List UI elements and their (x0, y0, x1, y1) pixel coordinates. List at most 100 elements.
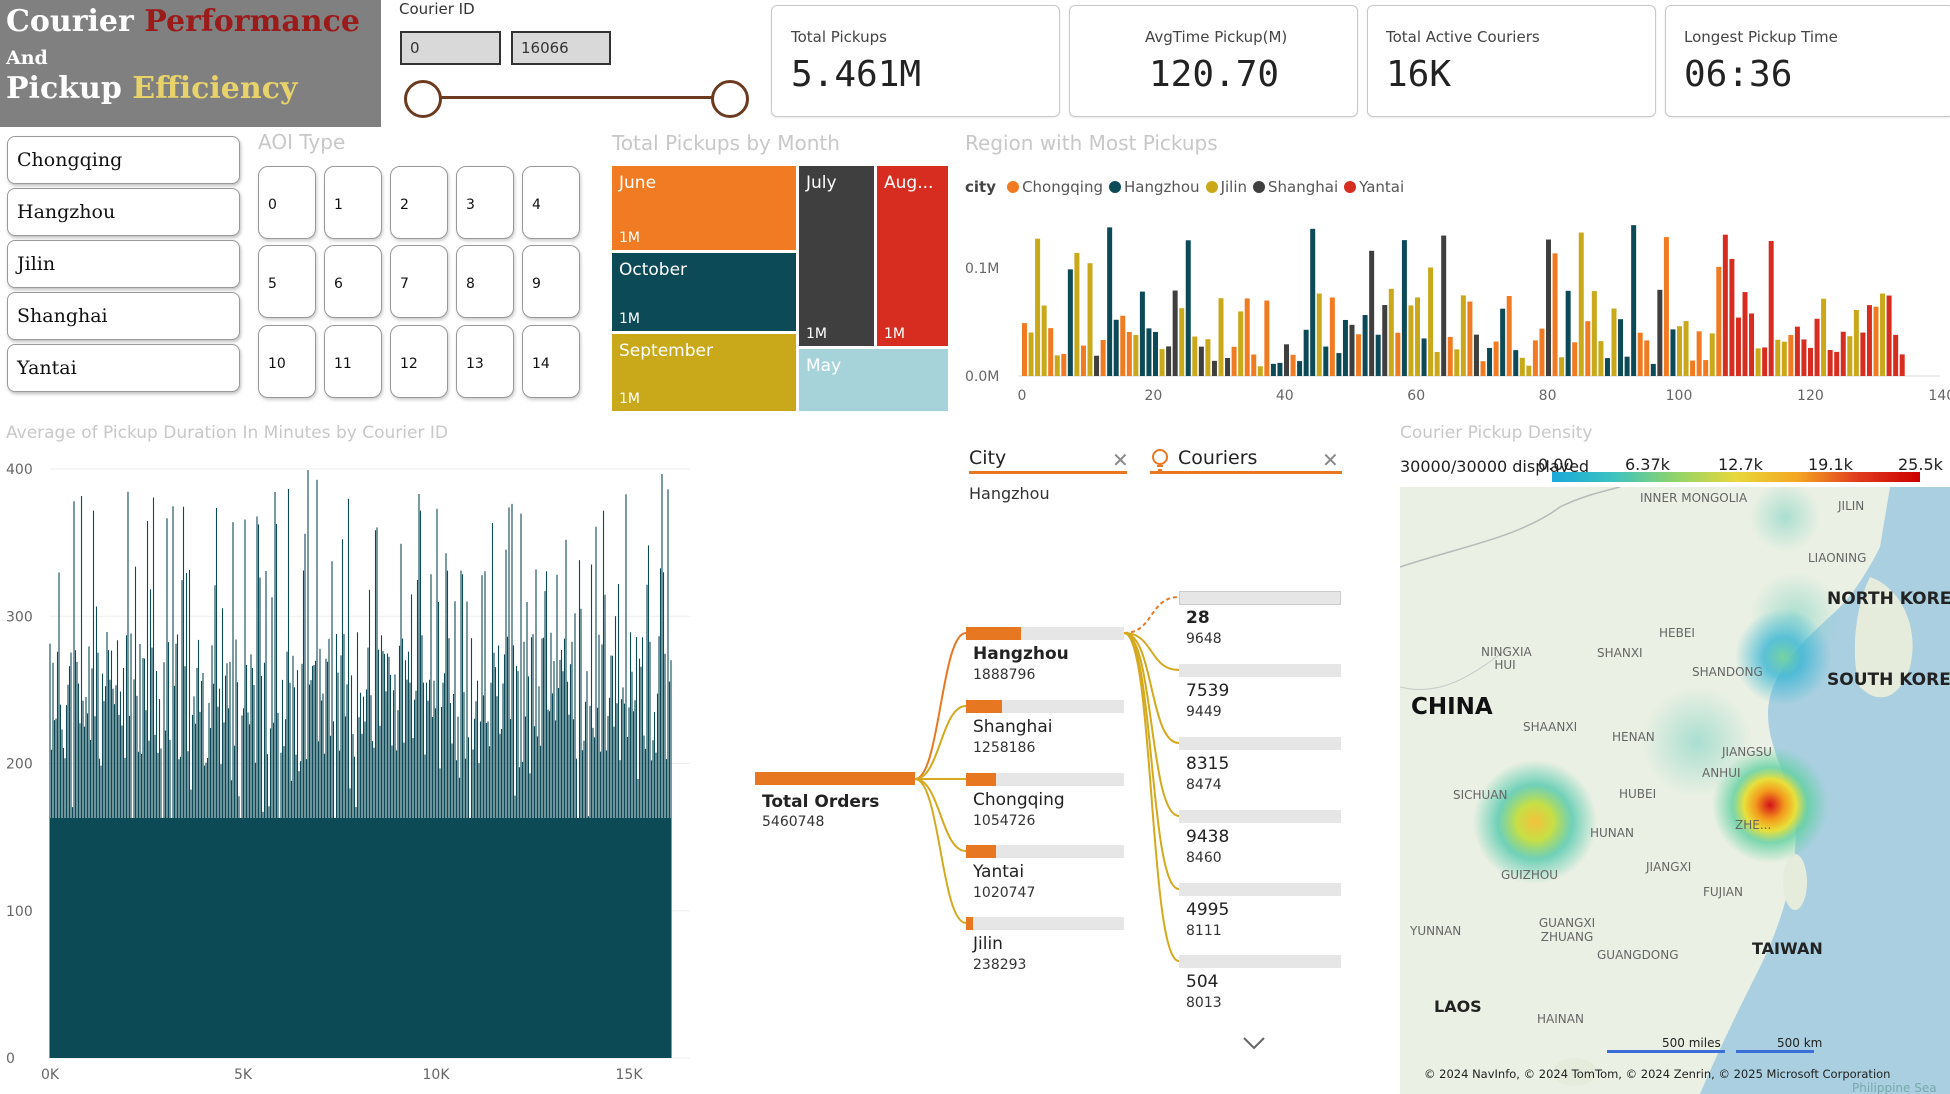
aoi-type-10[interactable]: 10 (258, 325, 316, 398)
region-bar[interactable] (1781, 341, 1787, 376)
city-slicer-yantai[interactable]: Yantai (7, 344, 240, 392)
region-bar[interactable] (1297, 361, 1303, 376)
region-bar[interactable] (1192, 336, 1198, 376)
legend-item-shanghai[interactable]: Shanghai (1253, 178, 1338, 196)
region-bar[interactable] (1696, 331, 1702, 376)
region-bar[interactable] (1120, 315, 1126, 376)
region-bar[interactable] (1375, 334, 1381, 376)
aoi-type-1[interactable]: 1 (324, 166, 382, 239)
region-bar[interactable] (1126, 331, 1132, 376)
region-bar[interactable] (1054, 355, 1060, 376)
region-bar[interactable] (1775, 339, 1781, 376)
region-bar[interactable] (1198, 346, 1204, 376)
region-bar[interactable] (1755, 348, 1761, 376)
region-bar[interactable] (1205, 339, 1211, 376)
region-bar[interactable] (1323, 346, 1329, 376)
aoi-type-3[interactable]: 3 (456, 166, 514, 239)
region-bar[interactable] (1866, 305, 1872, 376)
region-bar[interactable] (1880, 293, 1886, 376)
decomp-level2-bar-track[interactable] (1179, 737, 1341, 750)
treemap-cell-october[interactable]: October 1M (612, 253, 796, 331)
region-bar[interactable] (1441, 235, 1447, 376)
decomp-level1-bar[interactable] (966, 773, 996, 786)
region-bar[interactable] (1749, 313, 1755, 376)
courier-id-slider-track[interactable] (423, 96, 730, 99)
region-bar[interactable] (1303, 329, 1309, 376)
region-bar[interactable] (1742, 292, 1748, 376)
region-bar[interactable] (1107, 227, 1113, 376)
region-bar[interactable] (1624, 356, 1630, 376)
region-bar[interactable] (1480, 361, 1486, 376)
region-bar[interactable] (1284, 344, 1289, 376)
decomp-level1-bar[interactable] (966, 845, 996, 858)
aoi-type-4[interactable]: 4 (522, 166, 580, 239)
close-icon[interactable]: ✕ (1322, 448, 1339, 472)
region-bar[interactable] (1683, 321, 1689, 376)
region-bar[interactable] (1185, 240, 1191, 376)
legend-item-chongqing[interactable]: Chongqing (1007, 178, 1103, 196)
region-bar[interactable] (1231, 346, 1237, 376)
region-bar[interactable] (1467, 301, 1473, 376)
region-bar[interactable] (1218, 298, 1224, 376)
region-bar[interactable] (1382, 305, 1388, 376)
region-bar[interactable] (1028, 332, 1034, 376)
region-bar[interactable] (1644, 340, 1650, 376)
decomp-level2-bar-track[interactable] (1179, 810, 1341, 823)
region-bar[interactable] (1814, 318, 1820, 376)
region-bar[interactable] (1041, 305, 1047, 376)
treemap-cell-august[interactable]: Aug... 1M (877, 166, 948, 346)
region-bar[interactable] (1893, 334, 1899, 376)
region-bar[interactable] (1801, 339, 1807, 376)
aoi-type-9[interactable]: 9 (522, 245, 580, 318)
region-bar[interactable] (1670, 329, 1676, 376)
region-bar[interactable] (1611, 308, 1617, 376)
region-bar[interactable] (1329, 297, 1335, 376)
region-bar[interactable] (1657, 289, 1663, 376)
region-bar[interactable] (1133, 335, 1139, 376)
region-bar[interactable] (1401, 240, 1407, 376)
region-bar[interactable] (1703, 360, 1709, 376)
decomp-level2-bar-track[interactable] (1179, 955, 1341, 968)
region-bar[interactable] (1578, 232, 1584, 376)
region-bar[interactable] (1061, 353, 1067, 376)
region-bar[interactable] (1827, 350, 1833, 376)
region-bar[interactable] (1637, 332, 1643, 376)
region-bar[interactable] (1349, 324, 1355, 376)
region-bar[interactable] (1873, 306, 1879, 376)
courier-density-map[interactable]: INNER MONGOLIA JILIN LIAONING NORTH KORE… (1400, 487, 1950, 1094)
region-bar[interactable] (1663, 237, 1669, 376)
region-bar[interactable] (1559, 357, 1565, 376)
region-bar[interactable] (1473, 334, 1479, 376)
aoi-type-6[interactable]: 6 (324, 245, 382, 318)
region-bar[interactable] (1074, 252, 1080, 376)
courier-id-max-input[interactable]: 16066 (511, 31, 611, 65)
decomp-level1-bar[interactable] (966, 627, 1021, 640)
region-bar[interactable] (1572, 342, 1578, 376)
region-bar[interactable] (1251, 354, 1257, 376)
region-bar[interactable] (1434, 351, 1440, 376)
region-bar[interactable] (1211, 360, 1217, 376)
region-bar[interactable] (1532, 340, 1538, 376)
region-bar[interactable] (1415, 297, 1420, 376)
region-bar[interactable] (1388, 288, 1394, 376)
region-bar[interactable] (1506, 295, 1512, 376)
decomp-level2-bar-track[interactable] (1179, 883, 1341, 896)
region-bar[interactable] (1113, 319, 1119, 376)
region-bar[interactable] (1421, 338, 1427, 376)
region-bar[interactable] (1290, 354, 1296, 376)
region-bar[interactable] (1080, 345, 1086, 376)
region-bar[interactable] (1853, 310, 1859, 376)
decomp-level1-bar[interactable] (966, 700, 1002, 713)
region-bar[interactable] (1840, 331, 1846, 376)
region-bar[interactable] (1369, 250, 1375, 376)
treemap-cell-september[interactable]: September 1M (612, 334, 796, 411)
region-bar[interactable] (1821, 298, 1827, 376)
aoi-type-8[interactable]: 8 (456, 245, 514, 318)
region-bar[interactable] (1716, 266, 1722, 376)
region-bar[interactable] (1722, 234, 1728, 376)
region-bar[interactable] (1899, 354, 1905, 376)
region-bar[interactable] (1428, 267, 1434, 376)
region-bar[interactable] (1729, 258, 1735, 376)
region-bar[interactable] (1342, 319, 1348, 376)
region-bar[interactable] (1270, 363, 1276, 376)
